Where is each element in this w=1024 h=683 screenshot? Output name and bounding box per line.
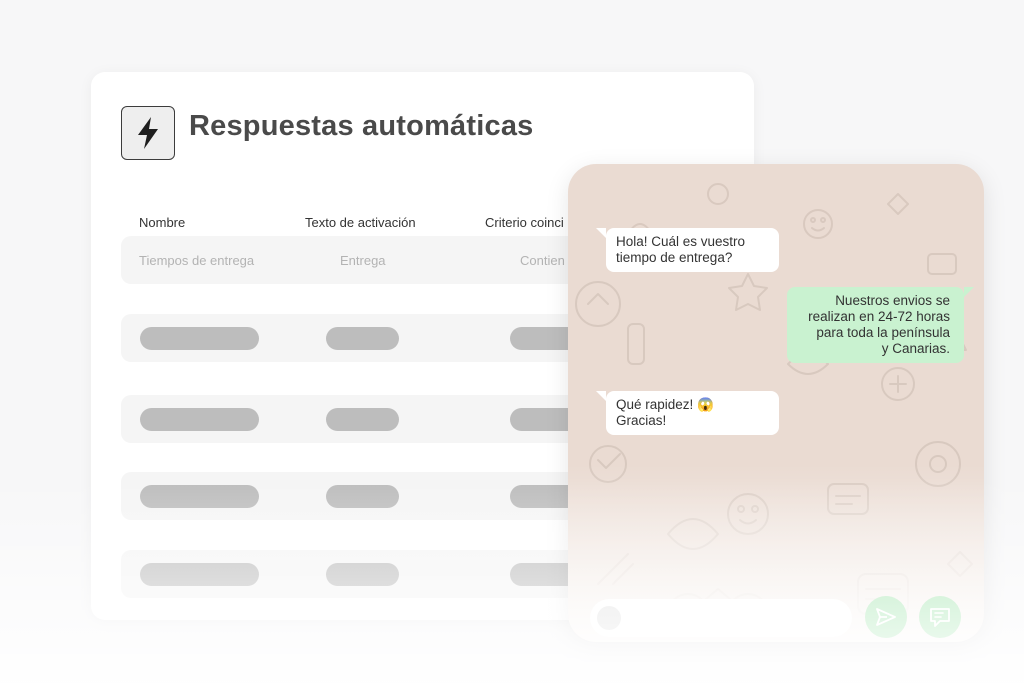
column-header-match-criteria: Criterio coinci [485,215,564,230]
message-line: y Canarias. [881,341,950,356]
chat-preview: Hola! Cuál es vuestro tiempo de entrega?… [568,164,984,642]
bubble-tail [596,391,606,401]
row-trigger-text: Entrega [340,253,386,268]
incoming-message: Qué rapidez! 😱 Gracias! [606,391,779,435]
row-name: Tiempos de entrega [139,253,255,268]
message-line: Hola! Cuál es vuestro [616,234,746,249]
skeleton-pill [326,485,399,508]
message-input[interactable] [590,599,852,637]
quick-reply-icon [930,608,950,627]
skeleton-pill [140,563,259,586]
column-header-trigger-text: Texto de activación [305,215,416,230]
skeleton-pill [140,408,259,431]
send-icon [876,608,896,626]
incoming-message: Hola! Cuál es vuestro tiempo de entrega? [606,228,779,272]
bubble-tail [964,287,974,297]
message-line: tiempo de entrega? [616,250,733,265]
message-line: Gracias! [616,413,667,428]
message-line: Qué rapidez! 😱 [616,397,714,412]
column-header-name: Nombre [139,215,186,230]
skeleton-pill [326,408,399,431]
skeleton-pill [140,485,259,508]
skeleton-pill [326,327,399,350]
page-title: Respuestas automáticas [189,110,534,142]
skeleton-pill [326,563,399,586]
bubble-tail [596,228,606,238]
quick-reply-button[interactable] [919,596,961,638]
lightning-bolt-icon [121,106,175,160]
emoji-button[interactable] [597,606,621,630]
message-line: Nuestros envios se [835,293,950,308]
skeleton-pill [140,327,259,350]
message-line: para toda la península [816,325,950,340]
row-match-criteria: Contien [520,253,565,268]
send-button[interactable] [865,596,907,638]
outgoing-message: Nuestros envios se realizan en 24-72 hor… [787,287,964,363]
message-line: realizan en 24-72 horas [808,309,950,324]
